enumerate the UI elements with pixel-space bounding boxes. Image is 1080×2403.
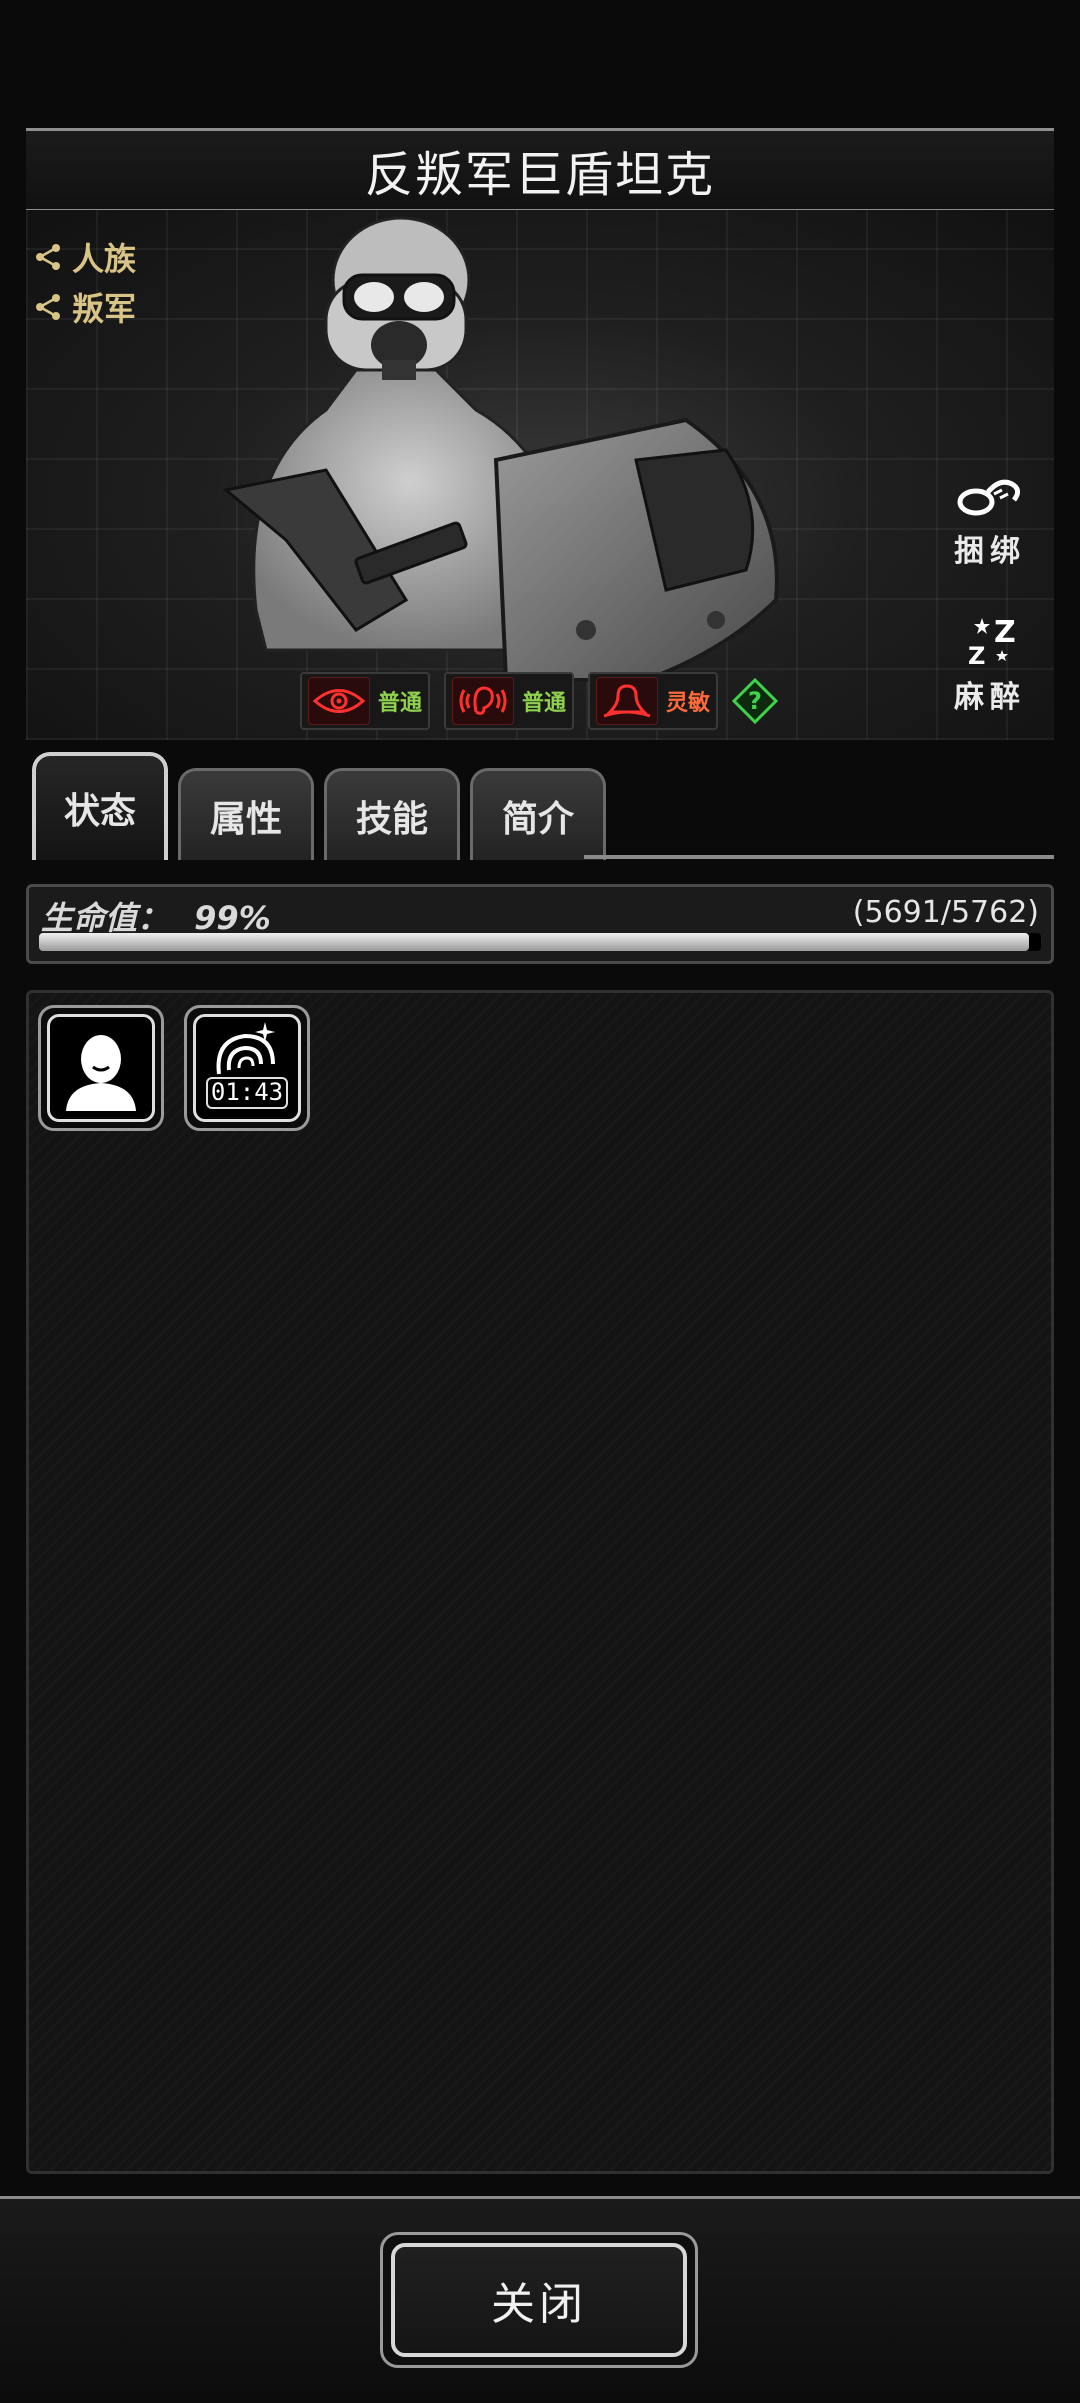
hp-percent: 99% xyxy=(194,899,271,937)
tab-divider xyxy=(584,855,1054,859)
sedate-label: 麻醉 xyxy=(954,680,1026,715)
sense-sight[interactable]: 普通 xyxy=(300,672,430,730)
tab-bar: 状态 属性 技能 简介 xyxy=(26,748,1054,860)
close-button[interactable]: 关闭 xyxy=(380,2232,698,2368)
status-human[interactable] xyxy=(38,1005,164,1131)
share-icon xyxy=(36,244,60,270)
psychic-icon xyxy=(603,684,651,718)
unit-tags: 人族 叛军 xyxy=(34,232,136,332)
sense-psychic[interactable]: 灵敏 xyxy=(588,672,718,730)
tab-label: 技能 xyxy=(355,798,428,840)
svg-text:?: ? xyxy=(748,687,762,715)
tab-status[interactable]: 状态 xyxy=(32,752,168,860)
status-timer: 01:43 xyxy=(206,1077,288,1109)
title-bar: 反叛军巨盾坦克 xyxy=(26,128,1054,212)
sense-hearing[interactable]: 普通 xyxy=(444,672,574,730)
sleep-icon: Z Z xyxy=(968,615,1016,670)
unit-portrait xyxy=(26,210,1054,740)
sense-label: 普通 xyxy=(377,691,422,716)
tab-skills[interactable]: 技能 xyxy=(324,768,460,860)
hp-label-text: 生命值： xyxy=(41,899,170,937)
unit-name: 反叛军巨盾坦克 xyxy=(364,147,715,203)
status-panel xyxy=(26,990,1054,2174)
hp-bar xyxy=(39,933,1041,951)
bind-label: 捆绑 xyxy=(954,534,1026,569)
status-dizzy[interactable]: 01:43 xyxy=(184,1005,310,1131)
hp-value: (5691/5762) xyxy=(852,895,1039,930)
tab-label: 简介 xyxy=(501,798,574,840)
tab-attributes[interactable]: 属性 xyxy=(178,768,314,860)
tab-label: 状态 xyxy=(63,791,136,832)
tag-label: 人族 xyxy=(72,240,137,278)
tag-rebel[interactable]: 叛军 xyxy=(34,282,136,332)
eye-icon xyxy=(312,689,366,713)
tab-intro[interactable]: 简介 xyxy=(470,768,606,860)
tag-label: 叛军 xyxy=(72,290,137,328)
rope-icon xyxy=(957,479,1020,516)
help-icon[interactable]: ? xyxy=(732,678,778,724)
sense-label: 灵敏 xyxy=(665,691,710,716)
ear-icon xyxy=(459,686,507,715)
share-icon xyxy=(36,294,60,320)
hp-bar-fill xyxy=(39,933,1029,951)
sense-label: 普通 xyxy=(521,691,566,716)
tag-human[interactable]: 人族 xyxy=(34,232,136,282)
svg-text:Z: Z xyxy=(968,642,985,668)
tab-label: 属性 xyxy=(209,798,282,840)
svg-text:Z: Z xyxy=(994,615,1016,650)
close-label: 关闭 xyxy=(491,2279,587,2330)
human-icon xyxy=(66,1035,136,1111)
hp-panel: 生命值： 99% (5691/5762) xyxy=(26,884,1054,964)
bind-action[interactable]: 捆绑 xyxy=(940,470,1040,570)
sedate-action[interactable]: Z Z 麻醉 xyxy=(940,612,1040,716)
soldier-illustration xyxy=(222,216,779,682)
sense-bar: 普通 普通 灵敏 ? xyxy=(300,672,778,730)
